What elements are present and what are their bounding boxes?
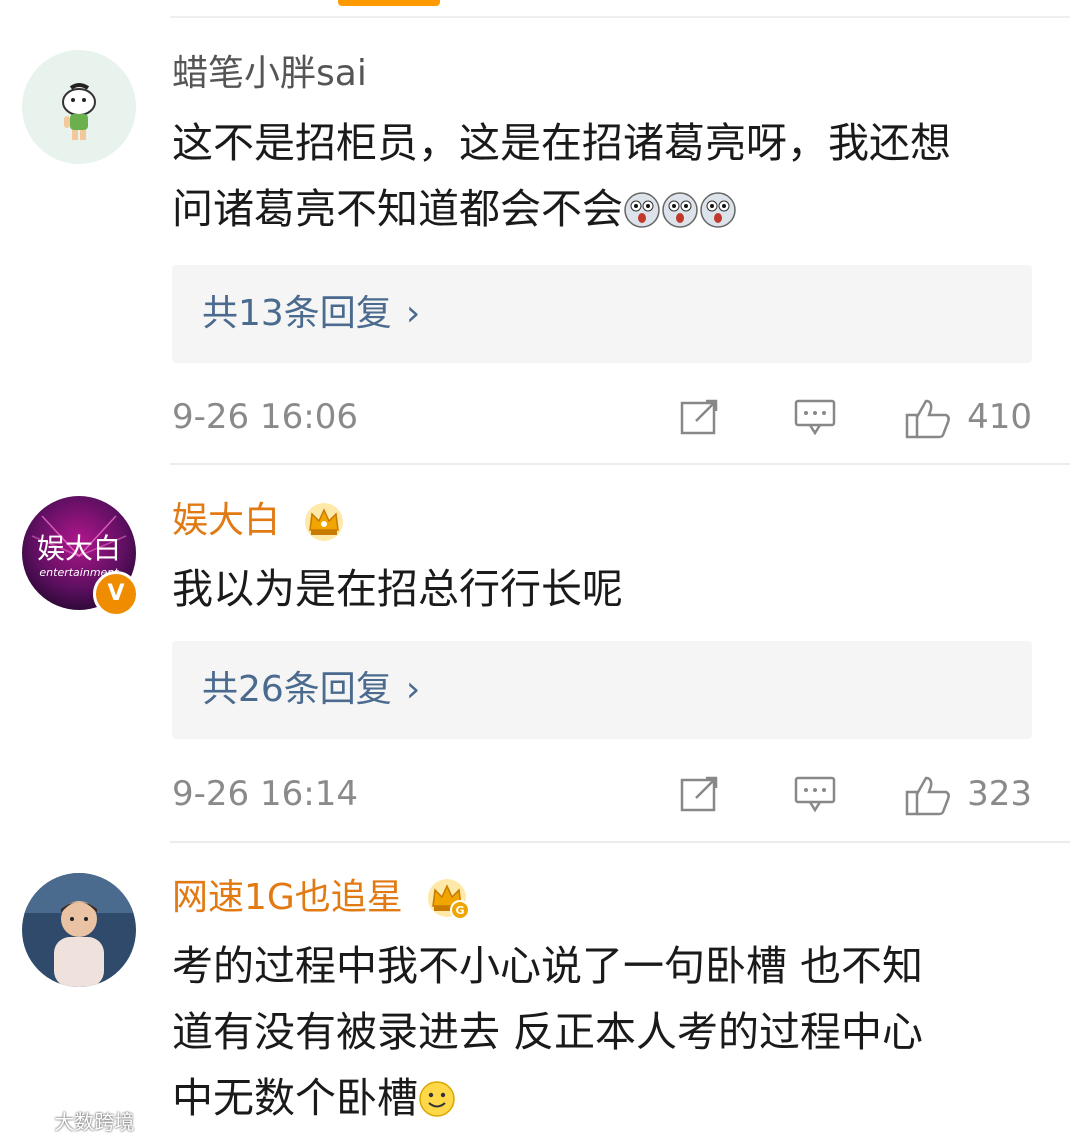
like-icon[interactable] [904,774,954,818]
comment-line: 道有没有被录进去 反正本人考的过程中心 [172,1008,924,1056]
comment-icon[interactable] [792,774,838,814]
previous-comment-edge [0,0,1080,18]
watermark: 大数跨境 [8,1108,134,1136]
comment-line: 这不是招柜员，这是在招诸葛亮呀，我还想 [172,119,951,167]
comment-meta: 9-26 16:14 323 [172,769,1032,819]
comment-text: 这不是招柜员，这是在招诸葛亮呀，我还想 问诸葛亮不知道都会不会 [172,110,1052,242]
reply-box[interactable]: 共26条回复 › [172,641,1032,739]
verified-badge: V [93,571,139,617]
watermark-text: 大数跨境 [54,1110,135,1134]
comment-meta: 9-26 16:06 410 [172,392,1032,442]
avatar[interactable] [22,873,136,987]
comment-line: 中无数个卧槽 [172,1074,418,1122]
like-count: 410 [967,397,1032,437]
crown-icon [305,503,344,541]
reply-count[interactable]: 共26条回复 [202,669,392,710]
smile-emoji [419,1081,455,1117]
top-accent-bar [338,0,440,6]
comment-line-with-emoji: 问诸葛亮不知道都会不会 [172,176,1052,242]
like-count: 323 [967,774,1032,814]
shocked-face-emoji [662,192,698,228]
username-row: 娱大白 [172,497,345,545]
watermark-logo-icon [8,1115,48,1132]
crown-icon: G [428,879,471,920]
repost-icon[interactable] [678,397,722,437]
comment-line: 我以为是在招总行行长呢 [172,565,623,613]
username[interactable]: 网速1G也追星 [172,877,403,918]
divider [170,463,1070,465]
vip-badge-letter: G [456,904,465,917]
reply-count-link[interactable]: 共13条回复 › [202,289,420,339]
timestamp: 9-26 16:06 [172,397,358,437]
repost-icon[interactable] [678,774,722,814]
reply-count[interactable]: 共13条回复 [202,293,392,334]
like-icon[interactable] [904,397,954,441]
comment-line: 考的过程中我不小心说了一句卧槽 也不知 [172,942,924,990]
chevron-right-icon: › [405,293,421,334]
timestamp: 9-26 16:14 [172,774,358,814]
username-row: 网速1G也追星 G [172,874,471,922]
username[interactable]: 娱大白 [172,500,280,541]
comment-text: 我以为是在招总行行长呢 [172,556,1052,622]
chevron-right-icon: › [405,669,421,710]
comment-line: 问诸葛亮不知道都会不会 [172,185,623,233]
avatar-text: 娱大白 [37,532,121,565]
shocked-face-emoji [624,192,660,228]
username[interactable]: 蜡笔小胖sai [172,50,367,98]
comment-text: 考的过程中我不小心说了一句卧槽 也不知 道有没有被录进去 反正本人考的过程中心 … [172,933,1052,1131]
avatar[interactable] [22,50,136,164]
divider [170,841,1070,843]
comment-line-with-emoji: 中无数个卧槽 [172,1065,1052,1131]
comment-icon[interactable] [792,397,838,437]
reply-count-link[interactable]: 共26条回复 › [202,665,420,715]
reply-box[interactable]: 共13条回复 › [172,265,1032,363]
divider [170,16,1070,18]
shocked-face-emoji [700,192,736,228]
